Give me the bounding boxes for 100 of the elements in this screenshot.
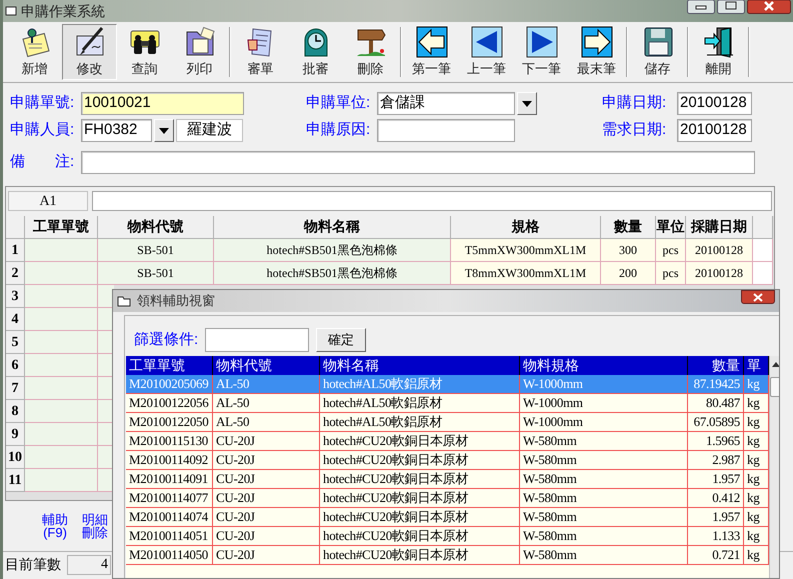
column-header: 工單單號 [126, 356, 213, 375]
toolbar-button[interactable]: 修改 [62, 24, 117, 80]
toolbar-button[interactable]: 最末筆 [569, 24, 624, 80]
table-cell: 200 [601, 262, 656, 285]
toolbar-button[interactable]: 批審 [288, 24, 343, 80]
toolbar-button[interactable]: 審單 [233, 24, 288, 80]
row-number: 1 [6, 239, 25, 262]
filter-label: 篩選條件: [133, 330, 200, 350]
table-row[interactable]: M20100114092 CU-20J hotech#CU20軟銅日本原材 W-580mm 2.987 kg [126, 451, 769, 470]
minimize-icon [687, 0, 715, 14]
column-header: 採購日期 [686, 216, 753, 239]
name-field: 羅建波 [176, 119, 243, 142]
input-field[interactable]: 倉儲課 [377, 92, 515, 115]
window-icon [5, 5, 17, 17]
input-field[interactable]: 10010021 [81, 92, 244, 115]
input-field[interactable]: FH0382 [81, 119, 152, 142]
column-header: 物料代號 [98, 216, 214, 239]
table-row[interactable]: M20100114050 CU-20J hotech#CU20軟銅日本原材 W-580mm 0.721 kg [126, 546, 769, 565]
caret-icon [522, 100, 532, 106]
caret-icon [159, 128, 169, 134]
close-button[interactable] [741, 290, 775, 304]
status-field: 4 [67, 554, 111, 574]
table-cell: pcs [656, 262, 686, 285]
table-cell: CU-20J [213, 546, 320, 565]
text-button[interactable]: 明細刪除 [81, 513, 109, 539]
column-header: 物料名稱 [320, 356, 520, 375]
toolbar-button[interactable]: 列印 [172, 24, 227, 80]
confirm-button[interactable]: 確定 [316, 328, 366, 352]
row-number: 5 [6, 331, 25, 354]
table-cell: T8mmXW300mmXL1M [451, 262, 601, 285]
dropdown-button[interactable] [154, 119, 174, 142]
table-row[interactable]: M20100114051 CU-20J hotech#CU20軟銅日本原材 W-580mm 1.133 kg [126, 527, 769, 546]
row-number: 2 [6, 262, 25, 285]
row-number: 4 [6, 308, 25, 331]
folder-icon [184, 26, 216, 58]
table-cell [753, 262, 773, 285]
input-field[interactable] [81, 151, 755, 174]
field-label: 申購原因: [306, 120, 372, 140]
toolbar-button[interactable]: 第一筆 [404, 24, 459, 80]
row-number: 6 [6, 354, 25, 377]
table-cell: hotech#SB501黑色泡棉條 [214, 239, 451, 262]
row-number: 7 [6, 377, 25, 400]
input-field[interactable]: 20100128 [677, 119, 752, 142]
table-cell: pcs [656, 239, 686, 262]
scrollbar-thumb[interactable] [770, 377, 779, 397]
toolbar-button[interactable]: 下一筆 [514, 24, 569, 80]
table-cell: 0.721 [688, 546, 744, 565]
table-cell: 300 [601, 239, 656, 262]
cell-reference: A1 [8, 191, 88, 211]
column-header: 物料代號 [213, 356, 320, 375]
column-header: 單 [744, 356, 769, 375]
table-row[interactable]: M20100122056 AL-50 hotech#AL50軟鋁原材 W-1000mm 80.487 kg [126, 394, 769, 413]
status-label: 目前筆數 [5, 555, 61, 574]
table-row[interactable]: M20100114074 CU-20J hotech#CU20軟銅日本原材 W-580mm 1.957 kg [126, 508, 769, 527]
input-field[interactable]: 20100128 [677, 92, 752, 115]
close-icon [753, 292, 763, 302]
column-header: 工單單號 [25, 216, 98, 239]
table-row[interactable]: M20100115130 CU-20J hotech#CU20軟銅日本原材 W-580mm 1.5965 kg [126, 432, 769, 451]
field-label: 備 注: [10, 152, 76, 172]
toolbar-button[interactable]: 查詢 [117, 24, 172, 80]
row-number: 10 [6, 446, 25, 469]
table-cell: W-580mm [520, 546, 688, 565]
close-icon [747, 0, 791, 14]
table-cell: hotech#CU20軟銅日本原材 [320, 546, 520, 565]
table-cell: hotech#SB501黑色泡棉條 [214, 262, 451, 285]
maximize-icon [717, 0, 745, 14]
row-number: 8 [6, 400, 25, 423]
input-field[interactable] [377, 119, 515, 142]
column-header: 物料名稱 [214, 216, 451, 239]
table-cell: SB-501 [98, 239, 214, 262]
toolbar-button[interactable]: 上一筆 [459, 24, 514, 80]
table-cell [753, 239, 773, 262]
text-button[interactable]: 輔助(F9) [41, 513, 69, 539]
toolbar-button[interactable]: 儲存 [630, 24, 685, 80]
table-row[interactable]: M20100122050 AL-50 hotech#AL50軟鋁原材 W-1000mm 67.05895 kg [126, 413, 769, 432]
column-header: 數量 [688, 356, 744, 375]
field-label: 申購單號: [10, 93, 76, 114]
window-title: 申購作業系統 [21, 2, 105, 20]
table-row[interactable]: M20100114091 CU-20J hotech#CU20軟銅日本原材 W-580mm 1.957 kg [126, 470, 769, 489]
scrollbar[interactable] [769, 356, 779, 578]
table-row[interactable]: M20100114077 CU-20J hotech#CU20軟銅日本原材 W-580mm 0.412 kg [126, 489, 769, 508]
column-header: 數量 [601, 216, 656, 239]
table-cell: 20100128 [686, 239, 753, 262]
toolbar-button[interactable]: 離開 [691, 24, 746, 80]
table-cell: M20100114050 [126, 546, 213, 565]
field-label: 申購人員: [10, 120, 76, 140]
field-label: 申購日期: [602, 93, 668, 114]
pen-icon [74, 26, 106, 58]
field-label: 需求日期: [602, 120, 668, 140]
filter-field[interactable] [205, 328, 309, 352]
formula-field[interactable] [92, 191, 772, 211]
dropdown-button[interactable] [517, 92, 537, 115]
table-cell: 20100128 [686, 262, 753, 285]
row-number: 9 [6, 423, 25, 446]
table-cell: T5mmXW300mmXL1M [451, 239, 601, 262]
column-header: 物料規格 [520, 356, 688, 375]
toolbar-button[interactable]: 刪除 [343, 24, 398, 80]
toolbar-button[interactable]: 新增 [7, 24, 62, 80]
folder-icon [117, 295, 131, 307]
up-arrow-icon [772, 362, 779, 367]
